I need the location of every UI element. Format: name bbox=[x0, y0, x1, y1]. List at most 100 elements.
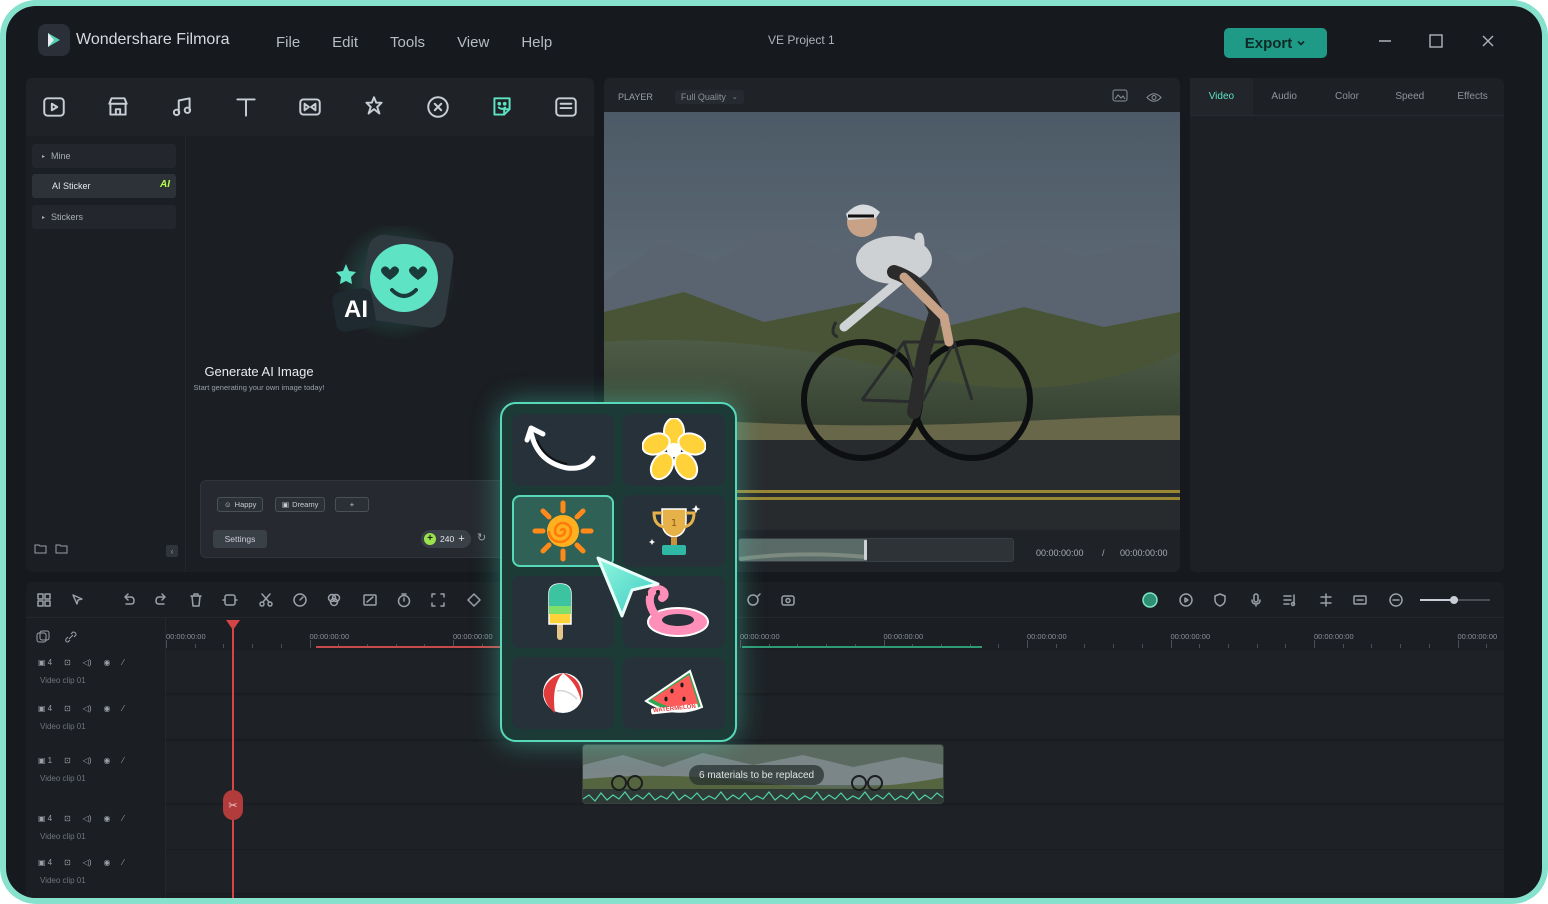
prompt-box[interactable]: ☺ Happy ▣ Dreamy + Settings + 240 + ↻ bbox=[200, 480, 530, 558]
edit-image-icon[interactable] bbox=[362, 592, 378, 608]
lock-icon[interactable]: ⊡ bbox=[64, 756, 71, 765]
eye-icon[interactable]: ◉ bbox=[104, 704, 111, 713]
swoosh-arrow-sticker[interactable] bbox=[512, 414, 614, 486]
media-icon[interactable] bbox=[38, 91, 70, 123]
color-icon[interactable] bbox=[326, 592, 342, 608]
music-list-icon[interactable] bbox=[1282, 592, 1298, 608]
keyframe-icon[interactable] bbox=[466, 592, 482, 608]
credits-badge[interactable]: + 240 + bbox=[421, 530, 471, 548]
menu-help[interactable]: Help bbox=[521, 34, 552, 51]
shield-icon[interactable] bbox=[1212, 592, 1228, 608]
fit-timeline-icon[interactable] bbox=[1352, 592, 1368, 608]
effects-icon[interactable] bbox=[358, 91, 390, 123]
layout-icon[interactable] bbox=[36, 592, 52, 608]
transition-icon[interactable] bbox=[294, 91, 326, 123]
magic-wand-icon[interactable]: ⁄ bbox=[123, 658, 124, 667]
sidebar-item-ai-sticker[interactable]: AI Sticker AI bbox=[32, 174, 176, 198]
menu-tools[interactable]: Tools bbox=[390, 34, 425, 51]
microphone-icon[interactable] bbox=[1248, 592, 1264, 608]
scrub-handle[interactable] bbox=[864, 540, 867, 560]
timeline-track[interactable] bbox=[166, 806, 1504, 850]
record-icon[interactable] bbox=[780, 592, 796, 608]
lock-icon[interactable]: ⊡ bbox=[64, 658, 71, 667]
templates-icon[interactable] bbox=[550, 91, 582, 123]
yellow-flower-sticker[interactable] bbox=[623, 414, 725, 486]
timeline-ruler[interactable]: 00:00:00:00 00:00:00:00 00:00:00:00 00:00:0… bbox=[166, 618, 1504, 648]
crop-icon[interactable] bbox=[222, 592, 238, 608]
eye-icon[interactable]: ◉ bbox=[104, 658, 111, 667]
undo-icon[interactable] bbox=[120, 592, 136, 608]
lock-icon[interactable]: ⊡ bbox=[64, 814, 71, 823]
render-icon[interactable] bbox=[1142, 592, 1158, 608]
menu-edit[interactable]: Edit bbox=[332, 34, 358, 51]
split-marker-icon[interactable]: ✂ bbox=[223, 790, 243, 820]
video-track-icon[interactable]: ▣ bbox=[38, 704, 46, 713]
collapse-panel-button[interactable]: ‹ bbox=[166, 545, 178, 557]
eye-icon[interactable]: ◉ bbox=[104, 756, 111, 765]
magic-wand-icon[interactable]: ⁄ bbox=[123, 704, 124, 713]
sidebar-item-stickers[interactable]: ▸ Stickers bbox=[32, 205, 176, 229]
split-track-icon[interactable] bbox=[1318, 592, 1334, 608]
fit-icon[interactable] bbox=[430, 592, 446, 608]
video-track-icon[interactable]: ▣ bbox=[38, 814, 46, 823]
eye-icon[interactable] bbox=[1146, 90, 1162, 108]
video-track-icon[interactable]: ▣ bbox=[38, 658, 46, 667]
sidebar-item-mine[interactable]: ▸ Mine bbox=[32, 144, 176, 168]
refresh-icon[interactable]: ↻ bbox=[477, 531, 486, 544]
tab-effects[interactable]: Effects bbox=[1441, 78, 1504, 115]
magic-wand-icon[interactable]: ⁄ bbox=[123, 814, 124, 823]
speaker-icon[interactable]: ◁) bbox=[83, 858, 92, 867]
video-clip[interactable]: 6 materials to be replaced bbox=[582, 744, 944, 804]
eye-icon[interactable]: ◉ bbox=[104, 858, 111, 867]
text-icon[interactable] bbox=[230, 91, 262, 123]
watermelon-sticker[interactable]: WATERMELON bbox=[623, 657, 725, 729]
zoom-out-icon[interactable] bbox=[1388, 592, 1404, 608]
tab-audio[interactable]: Audio bbox=[1253, 78, 1316, 115]
beach-ball-sticker[interactable] bbox=[512, 657, 614, 729]
maximize-icon[interactable] bbox=[1427, 33, 1445, 51]
minimize-icon[interactable] bbox=[1376, 33, 1394, 51]
timer-icon[interactable] bbox=[396, 592, 412, 608]
quality-dropdown[interactable]: Full Quality ⌄ bbox=[674, 90, 744, 104]
snapshot-icon[interactable] bbox=[1112, 89, 1128, 107]
timeline-track[interactable] bbox=[166, 850, 1504, 894]
video-track-icon[interactable]: ▣ bbox=[38, 756, 46, 765]
style-chip-happy[interactable]: ☺ Happy bbox=[217, 497, 264, 512]
ai-audio-icon[interactable] bbox=[746, 592, 762, 608]
timeline-track[interactable] bbox=[166, 696, 1504, 740]
style-chip-dreamy[interactable]: ▣ Dreamy bbox=[275, 497, 326, 512]
video-track-icon[interactable]: ▣ bbox=[38, 858, 46, 867]
magic-wand-icon[interactable]: ⁄ bbox=[123, 756, 124, 765]
redo-icon[interactable] bbox=[154, 592, 170, 608]
add-track-icon[interactable] bbox=[36, 630, 50, 649]
timeline-track[interactable] bbox=[166, 650, 1504, 694]
speaker-icon[interactable]: ◁) bbox=[83, 704, 92, 713]
speaker-icon[interactable]: ◁) bbox=[83, 814, 92, 823]
audio-icon[interactable] bbox=[166, 91, 198, 123]
speed-icon[interactable] bbox=[292, 592, 308, 608]
tab-speed[interactable]: Speed bbox=[1378, 78, 1441, 115]
speaker-icon[interactable]: ◁) bbox=[83, 756, 92, 765]
menu-file[interactable]: File bbox=[276, 34, 300, 51]
new-folder-icon[interactable] bbox=[34, 543, 47, 554]
export-button[interactable]: Export bbox=[1224, 28, 1327, 58]
zoom-slider[interactable] bbox=[1420, 596, 1490, 604]
lock-icon[interactable]: ⊡ bbox=[64, 858, 71, 867]
eye-icon[interactable]: ◉ bbox=[104, 814, 111, 823]
link-icon[interactable] bbox=[64, 630, 78, 649]
stickers-icon[interactable] bbox=[486, 91, 518, 123]
folder-icon[interactable] bbox=[55, 543, 68, 554]
scrub-strip[interactable] bbox=[738, 538, 1014, 562]
play-range-icon[interactable] bbox=[1178, 592, 1194, 608]
scissors-icon[interactable] bbox=[258, 592, 274, 608]
tab-color[interactable]: Color bbox=[1316, 78, 1379, 115]
menu-view[interactable]: View bbox=[457, 34, 489, 51]
filters-icon[interactable] bbox=[422, 91, 454, 123]
magic-wand-icon[interactable]: ⁄ bbox=[123, 858, 124, 867]
speaker-icon[interactable]: ◁) bbox=[83, 658, 92, 667]
lock-icon[interactable]: ⊡ bbox=[64, 704, 71, 713]
select-tool-icon[interactable] bbox=[70, 592, 86, 608]
close-icon[interactable] bbox=[1479, 33, 1497, 51]
delete-icon[interactable] bbox=[188, 592, 204, 608]
settings-button[interactable]: Settings bbox=[213, 530, 267, 548]
